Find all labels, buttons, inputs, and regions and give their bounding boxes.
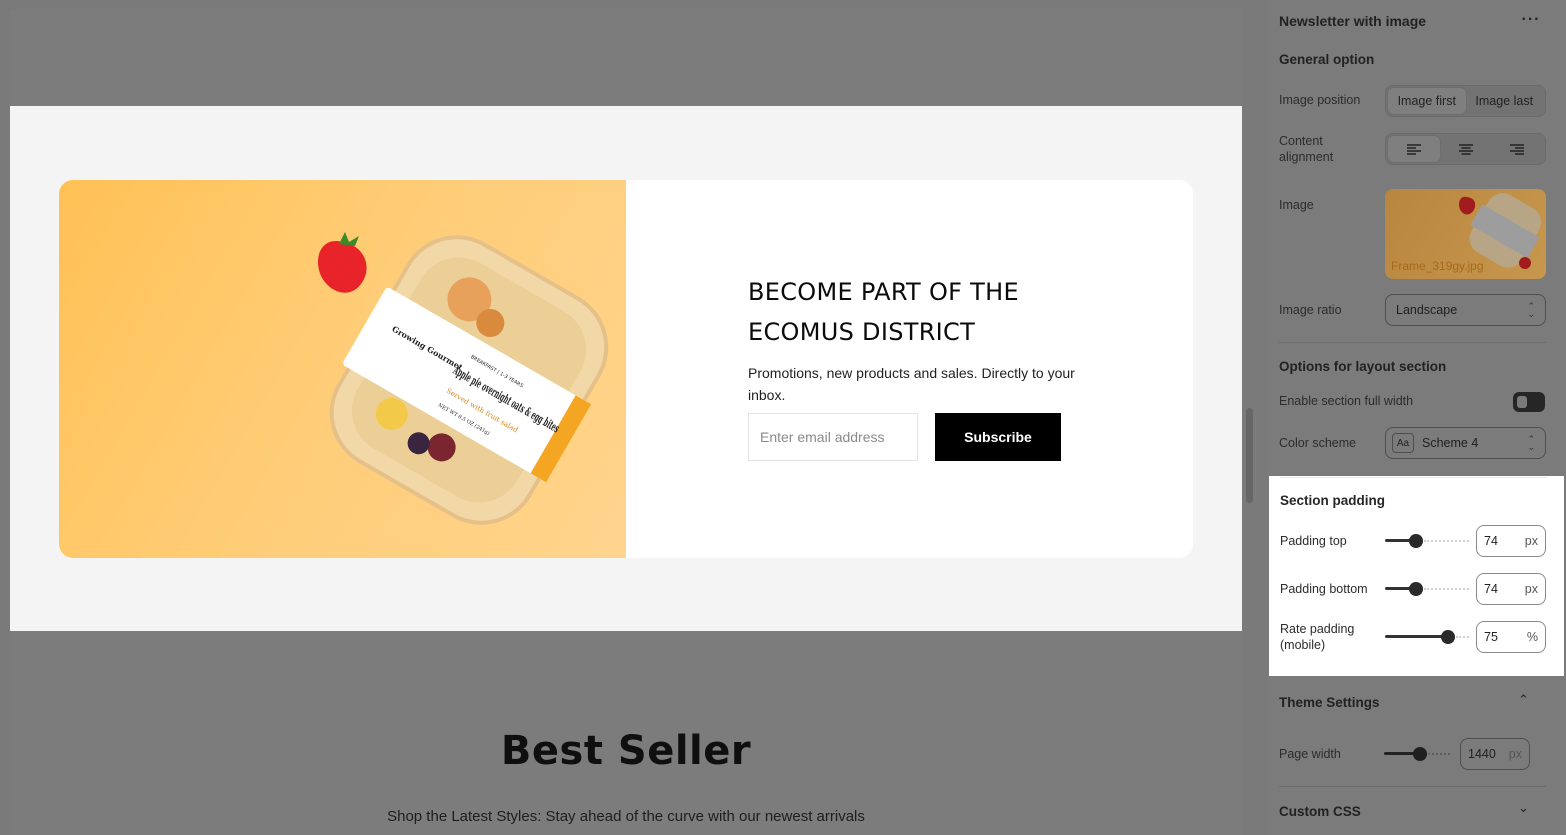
- rate-padding-input[interactable]: 75 %: [1476, 621, 1546, 653]
- content-alignment-segmented: [1385, 133, 1546, 165]
- image-ratio-value: Landscape: [1396, 303, 1458, 317]
- chevron-up-down-icon: ⌃ ⌄: [1527, 301, 1535, 319]
- image-first-option[interactable]: Image first: [1388, 88, 1466, 114]
- full-width-label: Enable section full width: [1279, 394, 1414, 408]
- padding-top-value: 74: [1484, 534, 1498, 548]
- image-ratio-select[interactable]: Landscape ⌃ ⌄: [1385, 294, 1546, 326]
- chevron-up-down-icon: ⌃ ⌄: [1527, 434, 1535, 452]
- section-padding-heading: Section padding: [1280, 493, 1386, 508]
- content-alignment-label: Content alignment: [1279, 134, 1334, 164]
- rate-padding-slider-knob[interactable]: [1441, 630, 1455, 644]
- best-seller-subtitle: Shop the Latest Styles: Stay ahead of th…: [387, 808, 865, 825]
- image-ratio-label: Image ratio: [1279, 303, 1342, 317]
- best-seller-title: Best Seller: [500, 728, 752, 774]
- padding-bottom-value: 74: [1484, 582, 1498, 596]
- padding-top-unit: px: [1524, 534, 1538, 548]
- more-horizontal-icon[interactable]: ···: [1520, 9, 1542, 31]
- panel-title: Newsletter with image: [1279, 13, 1427, 29]
- newsletter-section[interactable]: Growing Gourmet BREAKFAST | 1-3 YEARS Ap…: [10, 106, 1242, 631]
- page-width-value: 1440: [1468, 747, 1496, 761]
- color-scheme-select[interactable]: Aa Scheme 4 ⌃ ⌄: [1385, 427, 1546, 459]
- section-padding-card: Section padding Padding top 74 px Paddin…: [1269, 476, 1564, 676]
- padding-bottom-input[interactable]: 74 px: [1476, 573, 1546, 605]
- newsletter-content: BECOME PART OF THE ECOMUS DISTRICT Promo…: [748, 272, 1078, 461]
- align-center-icon[interactable]: [1440, 136, 1492, 162]
- subscribe-button[interactable]: Subscribe: [935, 413, 1061, 461]
- page-width-slider[interactable]: [1384, 746, 1450, 762]
- image-filename: Frame_319gy.jpg: [1391, 259, 1484, 273]
- rate-padding-label: Rate padding (mobile): [1280, 622, 1355, 652]
- color-scheme-value: Scheme 4: [1422, 436, 1479, 450]
- newsletter-heading: BECOME PART OF THE ECOMUS DISTRICT: [748, 278, 1019, 346]
- newsletter-image: Growing Gourmet BREAKFAST | 1-3 YEARS Ap…: [59, 180, 626, 558]
- page-width-input[interactable]: 1440 px: [1460, 738, 1530, 770]
- rate-padding-value: 75: [1484, 630, 1498, 644]
- image-last-option[interactable]: Image last: [1466, 88, 1544, 114]
- food-container-illustration: Growing Gourmet BREAKFAST | 1-3 YEARS Ap…: [317, 232, 609, 525]
- padding-bottom-unit: px: [1524, 582, 1538, 596]
- theme-settings-heading: Theme Settings: [1279, 695, 1380, 710]
- page-width-unit: px: [1508, 747, 1522, 761]
- settings-panel: Newsletter with image ··· General option…: [1268, 0, 1566, 835]
- image-picker[interactable]: Frame_319gy.jpg: [1385, 189, 1546, 279]
- divider: [1279, 786, 1546, 787]
- rate-padding-slider[interactable]: [1385, 629, 1469, 645]
- image-position-label: Image position: [1279, 93, 1361, 107]
- padding-bottom-slider-knob[interactable]: [1409, 582, 1423, 596]
- align-right-icon[interactable]: [1491, 136, 1543, 162]
- color-scheme-badge: Aa: [1392, 433, 1414, 453]
- padding-top-label: Padding top: [1280, 534, 1347, 548]
- theme-preview-canvas: Growing Gourmet BREAKFAST | 1-3 YEARS Ap…: [10, 10, 1242, 835]
- image-label: Image: [1279, 198, 1314, 212]
- preview-scrollbar[interactable]: [1246, 408, 1253, 503]
- layout-options-heading: Options for layout section: [1279, 359, 1447, 374]
- color-scheme-label: Color scheme: [1279, 436, 1357, 450]
- padding-top-slider[interactable]: [1385, 533, 1469, 549]
- general-option-heading: General option: [1279, 52, 1375, 67]
- strawberry-icon: [317, 232, 367, 293]
- newsletter-subtext: Promotions, new products and sales. Dire…: [748, 365, 1075, 403]
- padding-bottom-slider[interactable]: [1385, 581, 1469, 597]
- padding-top-input[interactable]: 74 px: [1476, 525, 1546, 557]
- newsletter-card: Growing Gourmet BREAKFAST | 1-3 YEARS Ap…: [59, 180, 1193, 558]
- page-width-label: Page width: [1279, 747, 1341, 761]
- email-input[interactable]: [748, 413, 918, 461]
- rate-padding-unit: %: [1526, 630, 1538, 644]
- image-position-segmented: Image first Image last: [1385, 85, 1546, 117]
- page-width-slider-knob[interactable]: [1413, 747, 1427, 761]
- padding-top-slider-knob[interactable]: [1409, 534, 1423, 548]
- chevron-down-icon[interactable]: ⌄: [1518, 800, 1529, 816]
- padding-bottom-label: Padding bottom: [1280, 582, 1368, 596]
- full-width-toggle[interactable]: [1513, 392, 1545, 412]
- divider: [1279, 342, 1546, 343]
- align-left-icon[interactable]: [1388, 136, 1440, 162]
- custom-css-heading: Custom CSS: [1279, 804, 1361, 819]
- chevron-up-icon[interactable]: ⌃: [1518, 692, 1529, 708]
